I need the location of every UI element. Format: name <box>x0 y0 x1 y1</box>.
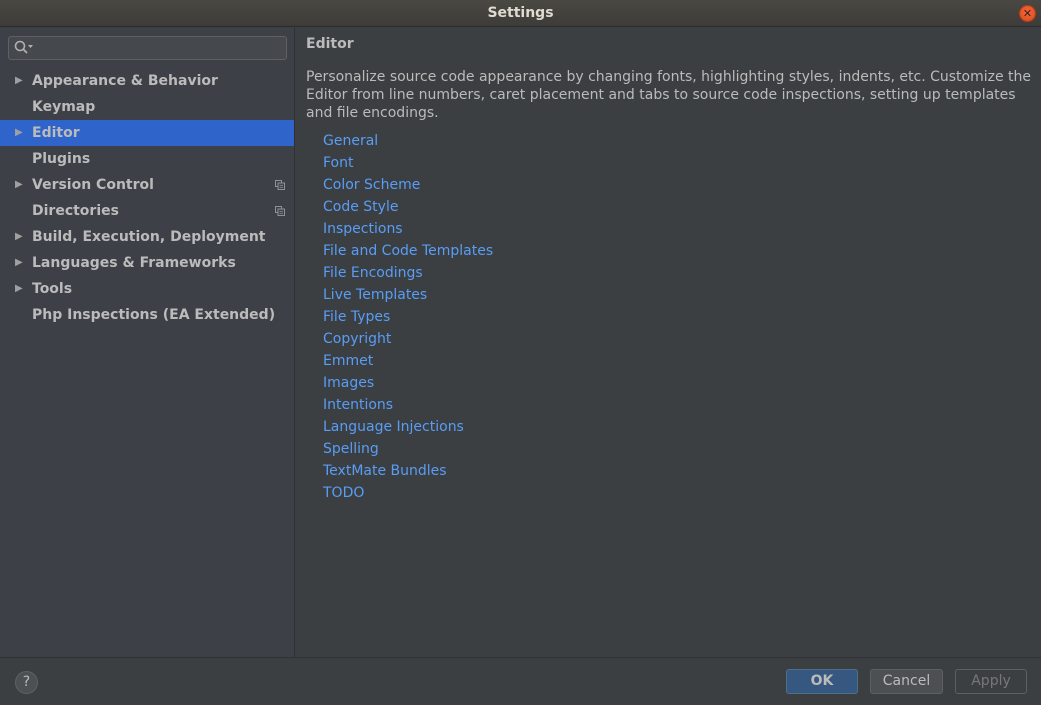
page-title: Editor <box>306 36 354 52</box>
sidebar-item-label: Build, Execution, Deployment <box>32 229 266 245</box>
link-emmet[interactable]: Emmet <box>323 350 493 372</box>
sidebar-item-php-inspections[interactable]: Php Inspections (EA Extended) <box>0 302 294 328</box>
expand-arrow-icon[interactable]: ▶ <box>15 224 23 250</box>
project-settings-icon <box>275 206 285 216</box>
link-textmate-bundles[interactable]: TextMate Bundles <box>323 460 493 482</box>
sidebar-item-label: Php Inspections (EA Extended) <box>32 307 276 323</box>
window-titlebar: Settings ✕ <box>0 0 1041 27</box>
link-color-scheme[interactable]: Color Scheme <box>323 174 493 196</box>
link-file-types[interactable]: File Types <box>323 306 493 328</box>
sidebar-item-appearance-behavior[interactable]: ▶ Appearance & Behavior <box>0 68 294 94</box>
sidebar-item-keymap[interactable]: Keymap <box>0 94 294 120</box>
sidebar-item-languages-frameworks[interactable]: ▶ Languages & Frameworks <box>0 250 294 276</box>
sidebar-item-label: Appearance & Behavior <box>32 73 218 89</box>
settings-sidebar: ▶ Appearance & Behavior Keymap ▶ Editor … <box>0 28 295 657</box>
expand-arrow-icon[interactable]: ▶ <box>15 120 23 146</box>
dialog-footer: ? OK Cancel Apply <box>0 657 1041 705</box>
settings-tree: ▶ Appearance & Behavior Keymap ▶ Editor … <box>0 68 294 328</box>
link-code-style[interactable]: Code Style <box>323 196 493 218</box>
link-images[interactable]: Images <box>323 372 493 394</box>
cancel-button[interactable]: Cancel <box>870 669 943 694</box>
close-icon: ✕ <box>1022 7 1033 20</box>
link-general[interactable]: General <box>323 130 493 152</box>
expand-arrow-icon[interactable]: ▶ <box>15 276 23 302</box>
sidebar-item-label: Directories <box>32 203 119 219</box>
sidebar-item-plugins[interactable]: Plugins <box>0 146 294 172</box>
link-live-templates[interactable]: Live Templates <box>323 284 493 306</box>
link-file-and-code-templates[interactable]: File and Code Templates <box>323 240 493 262</box>
link-file-encodings[interactable]: File Encodings <box>323 262 493 284</box>
settings-content: Editor Personalize source code appearanc… <box>296 28 1041 657</box>
link-todo[interactable]: TODO <box>323 482 493 504</box>
link-language-injections[interactable]: Language Injections <box>323 416 493 438</box>
sidebar-item-build-execution-deployment[interactable]: ▶ Build, Execution, Deployment <box>0 224 294 250</box>
search-icon[interactable] <box>13 39 35 57</box>
sidebar-item-label: Languages & Frameworks <box>32 255 236 271</box>
expand-arrow-icon[interactable]: ▶ <box>15 250 23 276</box>
subpage-links: General Font Color Scheme Code Style Ins… <box>323 130 493 504</box>
sidebar-item-directories[interactable]: Directories <box>0 198 294 224</box>
sidebar-item-version-control[interactable]: ▶ Version Control <box>0 172 294 198</box>
sidebar-item-label: Version Control <box>32 177 154 193</box>
project-settings-icon <box>275 180 285 190</box>
expand-arrow-icon[interactable]: ▶ <box>15 68 23 94</box>
help-icon: ? <box>22 674 31 690</box>
sidebar-item-tools[interactable]: ▶ Tools <box>0 276 294 302</box>
sidebar-item-label: Editor <box>32 125 80 141</box>
close-button[interactable]: ✕ <box>1019 5 1036 22</box>
search-box[interactable] <box>8 36 287 60</box>
ok-button[interactable]: OK <box>786 669 858 694</box>
sidebar-item-label: Tools <box>32 281 73 297</box>
link-font[interactable]: Font <box>323 152 493 174</box>
link-copyright[interactable]: Copyright <box>323 328 493 350</box>
link-spelling[interactable]: Spelling <box>323 438 493 460</box>
expand-arrow-icon[interactable]: ▶ <box>15 172 23 198</box>
apply-button[interactable]: Apply <box>955 669 1027 694</box>
sidebar-item-editor[interactable]: ▶ Editor <box>0 120 294 146</box>
page-description: Personalize source code appearance by ch… <box>306 69 1032 121</box>
search-input[interactable] <box>35 37 283 59</box>
link-inspections[interactable]: Inspections <box>323 218 493 240</box>
sidebar-item-label: Keymap <box>32 99 96 115</box>
window-title: Settings <box>487 5 554 21</box>
sidebar-item-label: Plugins <box>32 151 91 167</box>
help-button[interactable]: ? <box>15 671 38 694</box>
link-intentions[interactable]: Intentions <box>323 394 493 416</box>
